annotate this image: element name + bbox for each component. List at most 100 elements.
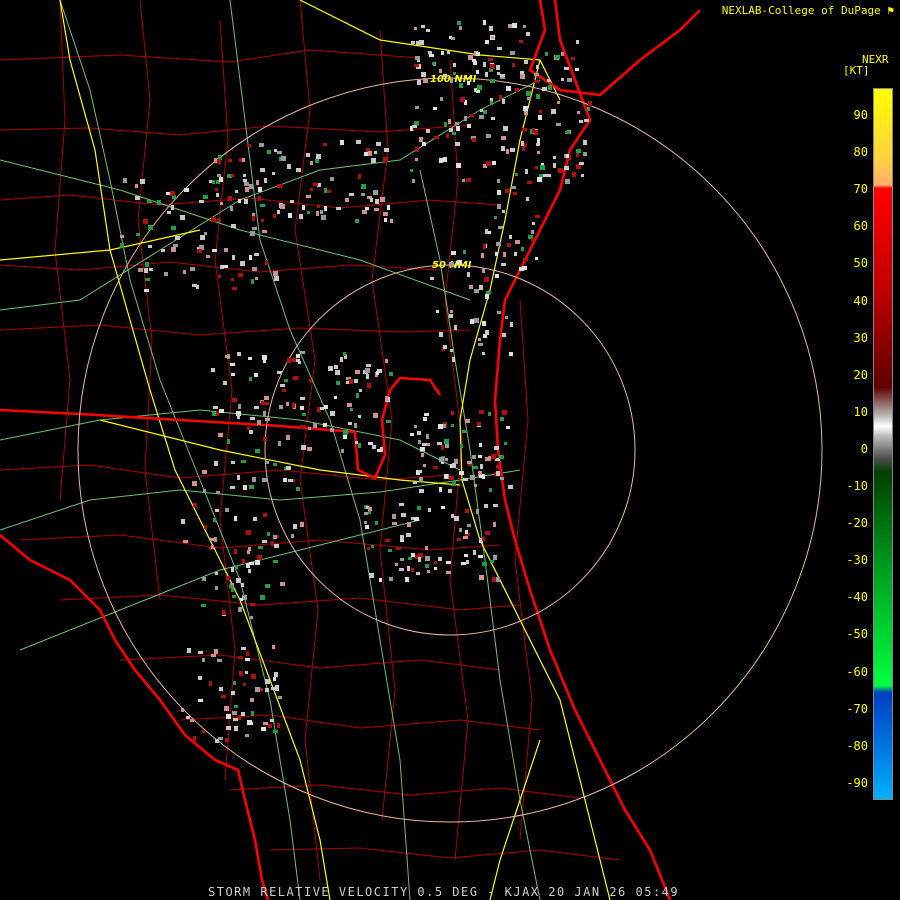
echo-pixel [202, 658, 205, 662]
echo-pixel [527, 97, 531, 100]
echo-pixel [416, 572, 420, 575]
echo-pixel [456, 126, 460, 131]
echo-pixel [324, 188, 327, 193]
echo-pixel [519, 267, 524, 271]
echo-pixel [307, 447, 312, 451]
echo-pixel [485, 229, 488, 234]
echo-pixel [230, 486, 235, 489]
echo-pixel [466, 178, 471, 182]
echo-pixel [219, 177, 223, 182]
echo-pixel [548, 174, 551, 177]
echo-pixel [255, 449, 260, 453]
echo-pixel [278, 441, 281, 446]
echo-pixel [302, 205, 305, 210]
echo-pixel [396, 547, 401, 550]
echo-pixel [567, 78, 572, 82]
echo-pixel [390, 219, 393, 223]
echo-pixel [349, 193, 354, 196]
echo-pixel [296, 168, 301, 172]
echo-pixel [535, 257, 538, 260]
echo-pixel [482, 352, 485, 355]
echo-pixel [277, 723, 280, 728]
echo-pixel [423, 417, 427, 421]
echo-pixel [273, 214, 276, 218]
echo-pixel [498, 226, 503, 229]
echo-pixel [260, 204, 265, 207]
echo-pixel [300, 406, 304, 410]
colorbar-tick: -30 [846, 553, 868, 568]
echo-pixel [315, 159, 319, 163]
echo-pixel [240, 598, 243, 601]
echo-pixel [198, 699, 203, 702]
echo-pixel [521, 141, 524, 146]
echo-pixel [258, 196, 261, 201]
colorbar-tick: 40 [853, 293, 868, 308]
echo-pixel [245, 734, 249, 737]
echo-pixel [374, 151, 377, 154]
colorbar-tick: 80 [853, 145, 868, 160]
echo-pixel [526, 32, 530, 36]
echo-pixel [280, 204, 285, 209]
echo-pixel [212, 249, 217, 252]
echo-pixel [251, 674, 256, 679]
echo-pixel [459, 26, 462, 30]
echo-pixel [330, 428, 334, 432]
echo-pixel [507, 243, 511, 247]
echo-pixel [437, 442, 442, 445]
echo-pixel [313, 423, 317, 428]
echo-pixel [531, 230, 534, 234]
echo-pixel [293, 376, 298, 380]
echo-pixel [426, 434, 429, 439]
echo-pixel [542, 87, 547, 91]
echo-pixel [457, 260, 462, 265]
echo-pixel [233, 718, 238, 721]
echo-pixel [359, 389, 362, 392]
echo-pixel [438, 557, 442, 561]
echo-pixel [350, 408, 353, 411]
echo-pixel [494, 216, 497, 219]
colorbar-tick: 10 [853, 404, 868, 419]
echo-pixel [192, 481, 197, 486]
echo-pixel [250, 417, 255, 420]
echo-pixel [264, 402, 269, 405]
echo-pixel [263, 722, 268, 725]
echo-pixel [491, 117, 495, 120]
echo-pixel [323, 423, 327, 427]
echo-pixel [384, 218, 387, 222]
echo-pixel [226, 576, 230, 580]
echo-pixel [281, 156, 286, 161]
echo-pixel [361, 184, 366, 189]
echo-pixel [406, 533, 411, 537]
echo-pixel [502, 410, 507, 415]
echo-pixel [148, 245, 152, 248]
echo-pixel [224, 706, 229, 711]
echo-pixel [282, 389, 286, 392]
echo-pixel [457, 538, 461, 541]
echo-pixel [343, 352, 346, 356]
echo-pixel [252, 267, 257, 271]
echo-pixel [433, 107, 437, 110]
echo-pixel [486, 291, 491, 294]
echo-pixel [535, 166, 538, 169]
echo-pixel [464, 554, 468, 557]
echo-pixel [439, 158, 443, 163]
echo-pixel [263, 411, 266, 416]
echo-pixel [466, 560, 469, 564]
echo-pixel [275, 685, 279, 689]
echo-pixel [239, 671, 243, 676]
echo-pixel [372, 445, 376, 449]
echo-pixel [247, 144, 251, 147]
echo-pixel [290, 200, 294, 203]
echo-pixel [261, 401, 264, 405]
echo-pixel [476, 70, 479, 74]
echo-pixel [373, 413, 378, 418]
echo-pixel [445, 458, 448, 461]
echo-pixel [495, 274, 499, 278]
echo-pixel [508, 485, 513, 489]
radar-map[interactable]: 50 NMI 100 NMI [0, 0, 900, 900]
echo-pixel [215, 509, 219, 512]
echo-pixel [271, 687, 275, 690]
echo-pixel [249, 255, 252, 260]
echo-pixel [494, 446, 499, 450]
echo-pixel [429, 54, 434, 57]
